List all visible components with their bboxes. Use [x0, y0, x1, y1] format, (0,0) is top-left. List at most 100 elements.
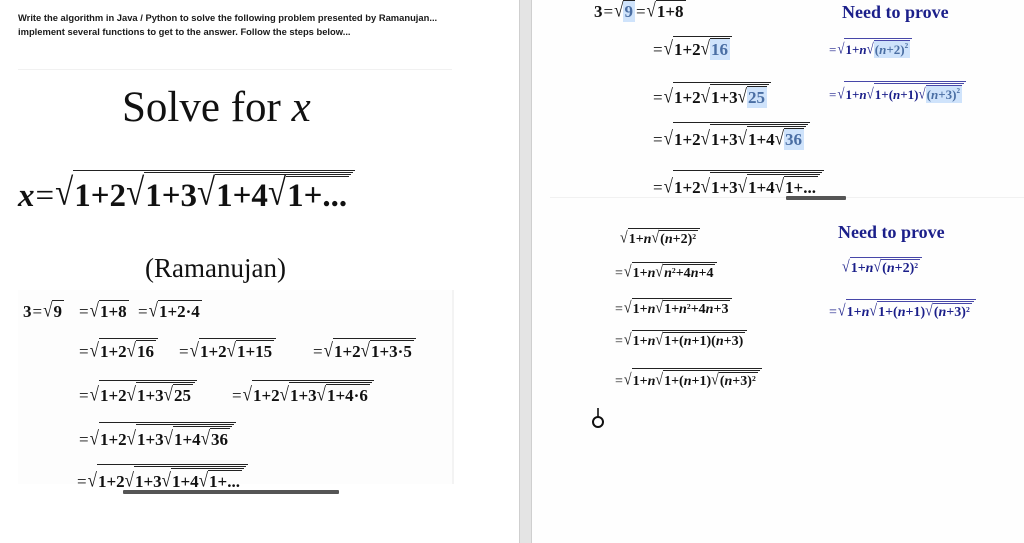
radicand: 1+8 [98, 300, 129, 321]
radical: √ 1+2 √ 1+3 √ 1+4·6 [243, 380, 374, 406]
radical: √ 1+4 √ 1+... [162, 468, 244, 492]
radical: √(n +2) 2 [867, 40, 911, 58]
variable-n: n [859, 87, 867, 102]
radical-sign: √ [623, 263, 632, 281]
variable-n: n [647, 334, 656, 349]
radicand: 1+2·4 [157, 300, 202, 321]
equals-sign: = [603, 2, 614, 21]
radical: √ 1+8 [647, 0, 686, 22]
bottom-step: = √ 1+ n √ 1+ n 2 +4 n +3 [614, 298, 733, 318]
equals-sign: = [615, 302, 623, 317]
radical-sign: √ [700, 37, 710, 59]
radical: √ 1+ n 2 +4 n +3 [655, 300, 731, 318]
radicand: 1+ n 2 +4 n +3 [663, 300, 731, 317]
top-step: 3 = √ 9 = √ 1+8 [594, 0, 686, 22]
radical-sign: √ [620, 229, 628, 247]
radical: √ 1+4 √ 1+... [738, 174, 820, 198]
main-formula: x = √ 1+2 √ 1+3 √ 1+4 √ 1+... [18, 170, 356, 215]
equals-sign: = [653, 40, 663, 59]
equals-sign: = [138, 302, 148, 321]
tooltip-fragment [123, 490, 339, 494]
bottom-step: = √ 1+ n √ n 2 +4 n +4 [614, 262, 718, 282]
radicand: (n +3) 2 [932, 303, 972, 320]
radical-sign: √ [267, 172, 287, 214]
radical-sign: √ [198, 469, 209, 491]
radical-sign: √ [89, 339, 99, 361]
radicand: 1+2 √ 1+3·5 [332, 338, 416, 362]
radicand: 1+3 √ 1+4 √ 36 [709, 124, 809, 150]
radicand: 1+2 √ 1+15 [198, 338, 277, 362]
bottom-step: = √ 1+ n √ 1+(n +1) √(n +3) 2 [614, 368, 762, 390]
equals-sign: = [79, 430, 89, 449]
radicand: (n +2) 2 [659, 230, 699, 247]
exponent: 2 [686, 302, 691, 311]
radical-sign: √ [663, 85, 673, 107]
variable-n: n [897, 305, 906, 320]
variable-n: n [879, 42, 887, 57]
radical-sign: √ [737, 127, 747, 149]
radical-sign: √ [360, 339, 370, 361]
radical-sign: √ [646, 0, 656, 21]
radical: √ 36 [775, 127, 805, 150]
radical: √ 1+ n √(n +2) 2 [837, 38, 913, 58]
radical-sign: √ [124, 469, 134, 491]
equals-sign: = [77, 472, 87, 491]
variable-n: n [893, 87, 901, 102]
derivation-step: = √ 1+2 √ 1+15 [178, 338, 277, 362]
radicand: 1+(n +1)(n +3) [663, 332, 746, 349]
radicand: 1+2 √ 1+3 √ 1+4 √ 1+... [96, 464, 248, 492]
top-step: = √ 1+2 √ 1+3 √ 25 [652, 82, 771, 108]
need-to-prove-heading-2: Need to prove [838, 222, 945, 242]
equals-sign: = [32, 302, 43, 321]
radicand: 1+2 √ 1+3 √ 1+4 √ 1+... [73, 170, 356, 215]
variable-n: n [664, 232, 673, 247]
rotate-handle-icon[interactable] [591, 407, 605, 429]
equals-sign: = [79, 386, 89, 405]
radicand: 25 [173, 384, 193, 405]
equals-sign: = [79, 342, 89, 361]
radical: √ 1+3 √ 25 [127, 382, 195, 406]
radical: √ 25 [738, 85, 767, 108]
variable-n: n [859, 42, 867, 57]
radical: √ 1+3 √ 1+4 √ 36 [701, 124, 809, 150]
radical-sign: √ [55, 172, 74, 214]
top-step: = √ 1+2 √ 1+3 √ 1+4 √ 36 [652, 122, 811, 150]
radicand: 1+2 √ 16 [98, 338, 158, 362]
radical: √ 1+2 √ 16 [664, 36, 732, 60]
radical-sign: √ [87, 469, 97, 491]
radical-sign: √ [242, 383, 252, 405]
radicand: 1+2 √ 1+3 √ 1+4·6 [251, 380, 374, 406]
derivation-step: 3 = √ 9 [23, 299, 64, 321]
exponent: 2 [751, 374, 756, 383]
equals-sign: = [313, 342, 323, 361]
radical-sign: √ [837, 39, 845, 57]
page-divider-scrollbar[interactable] [519, 0, 532, 543]
instructions-text: Write the algorithm in Java / Python to … [18, 12, 438, 37]
radical: √ 1+2 √ 1+3 √ 25 [90, 380, 197, 406]
radical: √ 36 [201, 427, 231, 450]
equals-sign: = [829, 42, 837, 57]
prove-expression: = √ 1+ n √ 1+(n +1) √(n +3) 2 [828, 81, 967, 103]
radical-sign: √ [614, 0, 624, 21]
prove-expression: = √ 1+ n √(n +2) 2 [828, 38, 913, 58]
radical: √ 25 [164, 383, 193, 406]
radical: √ 1+4·6 [317, 383, 370, 406]
radical: √(n +2) 2 [873, 259, 921, 277]
equals-sign: = [79, 302, 89, 321]
radicand: 1+ n √ 1+(n +1) √(n +3) 2 [631, 368, 762, 390]
radicand: 1+3 √ 25 [135, 382, 195, 406]
bottom-step: √ 1+ n √(n +2) 2 [620, 228, 701, 248]
radicand: n 2 +4 n +4 [663, 264, 716, 281]
prove-expression: = √ 1+ n √ 1+(n +1) √(n +3) 2 [828, 299, 976, 321]
radicand: 1+ n √ 1+ n 2 +4 n +3 [631, 298, 733, 318]
radical: √ 1+2 √ 1+3 √ 25 [664, 82, 771, 108]
radicand: 1+3·5 [369, 340, 414, 361]
solve-title: Solve for x [122, 84, 311, 132]
radicand: 36 [210, 428, 231, 449]
radical-sign: √ [126, 172, 145, 214]
equals-sign: = [35, 178, 55, 214]
radical: √ 1+4 √ 36 [737, 126, 807, 150]
radical-sign: √ [866, 84, 874, 102]
radicand: 1+4 √ 1+... [747, 174, 820, 198]
radical-sign: √ [700, 85, 710, 107]
